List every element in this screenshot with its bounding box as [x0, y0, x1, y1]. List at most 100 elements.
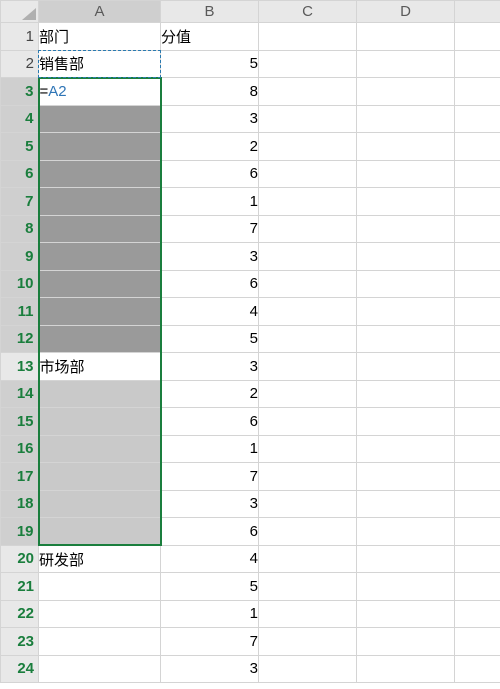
cell-C18[interactable]: [259, 490, 357, 518]
cell-A15[interactable]: [39, 408, 161, 436]
cell-D2[interactable]: [357, 50, 455, 78]
cell-B14[interactable]: 2: [161, 380, 259, 408]
cell-A24[interactable]: [39, 655, 161, 683]
cell-D11[interactable]: [357, 298, 455, 326]
cell-E2[interactable]: [455, 50, 500, 78]
cell-C10[interactable]: [259, 270, 357, 298]
cell-E21[interactable]: [455, 573, 500, 601]
cell-A14[interactable]: [39, 380, 161, 408]
cell-B6[interactable]: 6: [161, 160, 259, 188]
spreadsheet-grid[interactable]: A B C D 1 部门 分值 2 销售部 5 3 =A2 8 4 3: [0, 0, 500, 683]
cell-B20[interactable]: 4: [161, 545, 259, 573]
cell-B9[interactable]: 3: [161, 243, 259, 271]
row-header[interactable]: 15: [1, 408, 39, 436]
cell-E15[interactable]: [455, 408, 500, 436]
cell-A20[interactable]: 研发部: [39, 545, 161, 573]
cell-C8[interactable]: [259, 215, 357, 243]
cell-B19[interactable]: 6: [161, 518, 259, 546]
cell-C15[interactable]: [259, 408, 357, 436]
cell-D14[interactable]: [357, 380, 455, 408]
cell-C16[interactable]: [259, 435, 357, 463]
cell-D17[interactable]: [357, 463, 455, 491]
cell-E4[interactable]: [455, 105, 500, 133]
cell-A18[interactable]: [39, 490, 161, 518]
cell-A2[interactable]: 销售部: [39, 50, 161, 78]
cell-E22[interactable]: [455, 600, 500, 628]
cell-A3[interactable]: =A2: [39, 78, 161, 106]
cell-A12[interactable]: [39, 325, 161, 353]
row-header[interactable]: 20: [1, 545, 39, 573]
row-header[interactable]: 7: [1, 188, 39, 216]
cell-A17[interactable]: [39, 463, 161, 491]
cell-D19[interactable]: [357, 518, 455, 546]
cell-C1[interactable]: [259, 23, 357, 51]
cell-B5[interactable]: 2: [161, 133, 259, 161]
cell-D4[interactable]: [357, 105, 455, 133]
col-header-A[interactable]: A: [39, 1, 161, 23]
cell-E8[interactable]: [455, 215, 500, 243]
cell-E16[interactable]: [455, 435, 500, 463]
cell-C11[interactable]: [259, 298, 357, 326]
cell-C9[interactable]: [259, 243, 357, 271]
cell-B7[interactable]: 1: [161, 188, 259, 216]
cell-A11[interactable]: [39, 298, 161, 326]
cell-C17[interactable]: [259, 463, 357, 491]
cell-A22[interactable]: [39, 600, 161, 628]
row-header[interactable]: 3: [1, 78, 39, 106]
cell-E13[interactable]: [455, 353, 500, 381]
cell-C13[interactable]: [259, 353, 357, 381]
cell-E7[interactable]: [455, 188, 500, 216]
cell-B3[interactable]: 8: [161, 78, 259, 106]
row-header[interactable]: 21: [1, 573, 39, 601]
cell-D18[interactable]: [357, 490, 455, 518]
row-header[interactable]: 10: [1, 270, 39, 298]
cell-A6[interactable]: [39, 160, 161, 188]
cell-B11[interactable]: 4: [161, 298, 259, 326]
col-header-C[interactable]: C: [259, 1, 357, 23]
cell-C3[interactable]: [259, 78, 357, 106]
cell-D9[interactable]: [357, 243, 455, 271]
cell-A5[interactable]: [39, 133, 161, 161]
row-header[interactable]: 22: [1, 600, 39, 628]
cell-B10[interactable]: 6: [161, 270, 259, 298]
cell-D12[interactable]: [357, 325, 455, 353]
row-header[interactable]: 17: [1, 463, 39, 491]
cell-C7[interactable]: [259, 188, 357, 216]
cell-C20[interactable]: [259, 545, 357, 573]
row-header[interactable]: 1: [1, 23, 39, 51]
select-all-corner[interactable]: [1, 1, 39, 23]
cell-D3[interactable]: [357, 78, 455, 106]
cell-D15[interactable]: [357, 408, 455, 436]
cell-B18[interactable]: 3: [161, 490, 259, 518]
row-header[interactable]: 19: [1, 518, 39, 546]
row-header[interactable]: 23: [1, 628, 39, 656]
cell-E3[interactable]: [455, 78, 500, 106]
cell-B2[interactable]: 5: [161, 50, 259, 78]
row-header[interactable]: 11: [1, 298, 39, 326]
cell-A7[interactable]: [39, 188, 161, 216]
cell-D7[interactable]: [357, 188, 455, 216]
cell-E23[interactable]: [455, 628, 500, 656]
cell-C22[interactable]: [259, 600, 357, 628]
cell-C19[interactable]: [259, 518, 357, 546]
cell-C4[interactable]: [259, 105, 357, 133]
cell-E19[interactable]: [455, 518, 500, 546]
col-header-B[interactable]: B: [161, 1, 259, 23]
row-header[interactable]: 8: [1, 215, 39, 243]
row-header[interactable]: 4: [1, 105, 39, 133]
cell-E5[interactable]: [455, 133, 500, 161]
cell-C14[interactable]: [259, 380, 357, 408]
cell-B8[interactable]: 7: [161, 215, 259, 243]
cell-B17[interactable]: 7: [161, 463, 259, 491]
cell-D24[interactable]: [357, 655, 455, 683]
cell-C6[interactable]: [259, 160, 357, 188]
cell-E20[interactable]: [455, 545, 500, 573]
cell-E1[interactable]: [455, 23, 500, 51]
cell-D8[interactable]: [357, 215, 455, 243]
cell-C23[interactable]: [259, 628, 357, 656]
cell-E18[interactable]: [455, 490, 500, 518]
cell-D21[interactable]: [357, 573, 455, 601]
cell-B13[interactable]: 3: [161, 353, 259, 381]
cell-D13[interactable]: [357, 353, 455, 381]
cell-C12[interactable]: [259, 325, 357, 353]
